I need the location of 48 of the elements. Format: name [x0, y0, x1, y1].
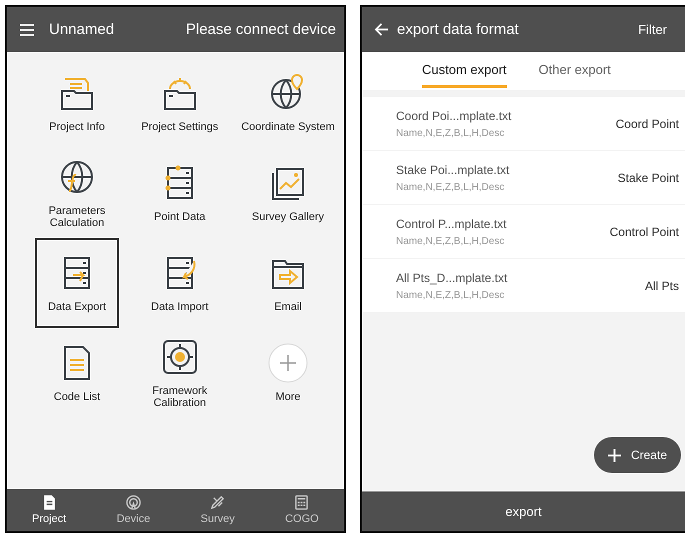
- point-type: Control Point: [610, 224, 679, 238]
- tab[interactable]: Other export: [538, 52, 611, 88]
- menu-tile[interactable]: Survey Gallery: [236, 148, 340, 238]
- connection-status[interactable]: Please connect device: [186, 21, 336, 38]
- document-icon: [42, 495, 57, 510]
- nav-tab[interactable]: Survey: [176, 489, 260, 531]
- menu-tile[interactable]: Coordinate System: [236, 58, 340, 148]
- menu-tile[interactable]: Email: [236, 238, 340, 328]
- menu-tile[interactable]: Framework Calibration: [138, 328, 222, 418]
- file-name: All Pts_D...mplate.txt: [396, 270, 508, 284]
- filter-button[interactable]: Filter: [638, 22, 667, 37]
- field-list: Name,N,E,Z,B,L,H,Desc: [396, 290, 508, 300]
- nav-tab[interactable]: Device: [91, 489, 176, 531]
- export-button[interactable]: export: [362, 491, 685, 531]
- nav-tab[interactable]: Project: [7, 489, 92, 531]
- create-button[interactable]: Create: [594, 437, 681, 473]
- signal-icon: [126, 495, 141, 510]
- point-type: Stake Point: [618, 170, 679, 184]
- point-type: Coord Point: [616, 116, 679, 130]
- template-row[interactable]: Control P...mplate.txt Name,N,E,Z,B,L,H,Desc Control Point: [362, 205, 685, 258]
- field-list: Name,N,E,Z,B,L,H,Desc: [396, 128, 512, 138]
- file-name: Coord Poi...mplate.txt: [396, 108, 512, 122]
- menu-tile[interactable]: Code List: [35, 328, 119, 418]
- plus-circle-icon: [268, 342, 308, 383]
- menu-tile[interactable]: Data Import: [138, 238, 222, 328]
- menu-tile[interactable]: Parameters Calculation: [35, 148, 119, 238]
- field-list: Name,N,E,Z,B,L,H,Desc: [396, 236, 506, 246]
- menu-tile[interactable]: Project Info: [35, 58, 119, 148]
- back-arrow-icon[interactable]: [374, 22, 389, 37]
- menu-tile[interactable]: Data Export: [35, 238, 119, 328]
- menu-tile[interactable]: Point Data: [138, 148, 222, 238]
- project-name: Unnamed: [49, 21, 114, 38]
- tab[interactable]: Custom export: [422, 52, 507, 88]
- plus-icon: [608, 448, 621, 462]
- menu-icon[interactable]: [19, 22, 35, 36]
- calculator-icon: [294, 495, 310, 510]
- template-row[interactable]: Coord Poi...mplate.txt Name,N,E,Z,B,L,H,Desc Coord Point: [362, 97, 685, 150]
- pencil-ruler-icon: [210, 495, 226, 510]
- file-name: Stake Poi...mplate.txt: [396, 162, 510, 176]
- point-type: All Pts: [644, 278, 679, 292]
- menu-tile[interactable]: Project Settings: [138, 58, 222, 148]
- file-name: Control P...mplate.txt: [396, 216, 506, 230]
- screen-title: export data format: [396, 21, 519, 38]
- menu-tile[interactable]: More: [236, 328, 340, 418]
- template-row[interactable]: All Pts_D...mplate.txt Name,N,E,Z,B,L,H,Desc All Pts: [362, 259, 685, 312]
- field-list: Name,N,E,Z,B,L,H,Desc: [396, 182, 510, 192]
- nav-tab[interactable]: COGO: [260, 489, 344, 531]
- template-row[interactable]: Stake Poi...mplate.txt Name,N,E,Z,B,L,H,Desc Stake Point: [362, 151, 685, 204]
